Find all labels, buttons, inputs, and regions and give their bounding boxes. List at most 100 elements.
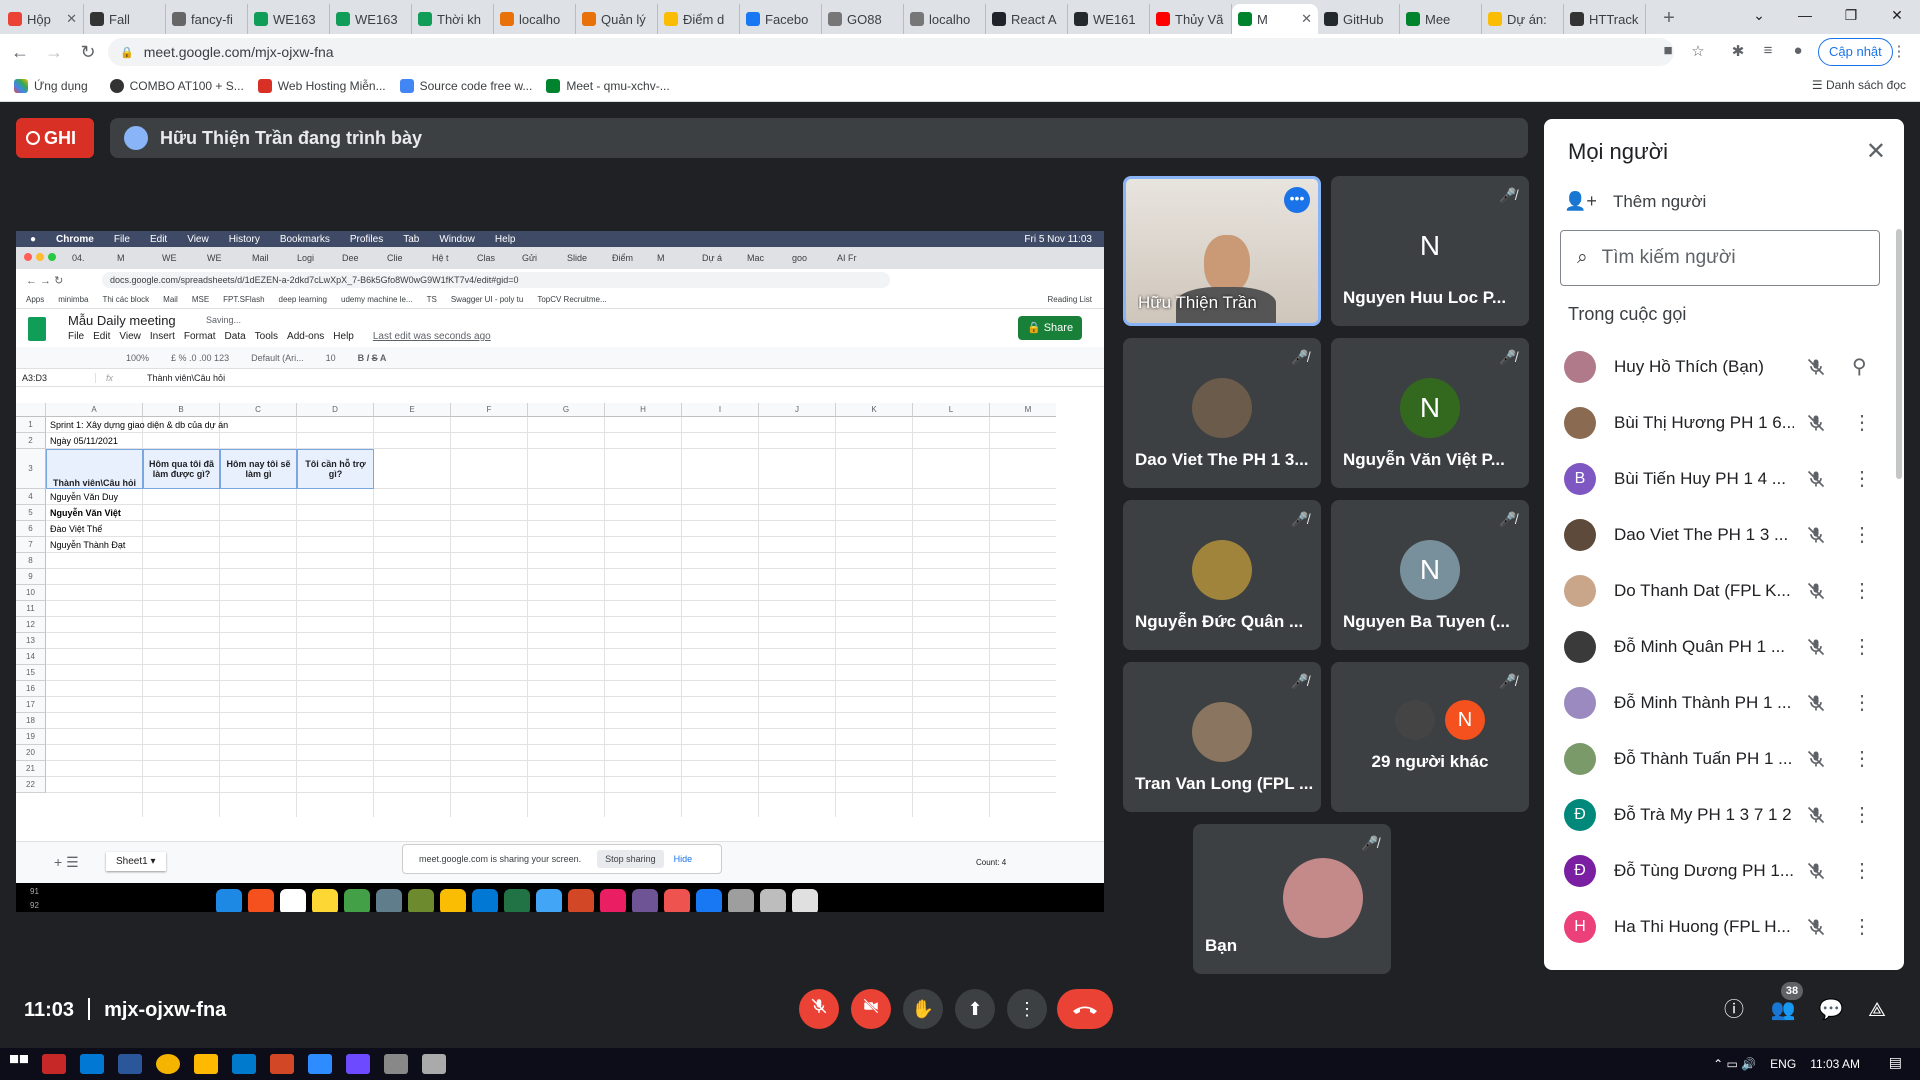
mic-off-button[interactable] <box>799 989 839 1029</box>
leave-call-button[interactable] <box>1057 989 1113 1029</box>
bookmark-item[interactable]: Meet - qmu-xchv-... <box>546 78 670 93</box>
forward-icon[interactable]: → <box>40 42 68 63</box>
participant-row[interactable]: Huy Hồ Thích (Bạn) ⚲ <box>1544 339 1904 395</box>
browser-tab[interactable]: Quản lý <box>576 4 658 34</box>
browser-tab[interactable]: Mee <box>1400 4 1482 34</box>
participant-tile[interactable]: N 🎤̸ Nguyen Ba Tuyen (... <box>1331 500 1529 650</box>
close-window-button[interactable]: ✕ <box>1874 0 1920 30</box>
present-button[interactable]: ⬆ <box>955 989 995 1029</box>
participant-row[interactable]: Do Thanh Dat (FPL K... ⋮ <box>1544 563 1904 619</box>
update-button[interactable]: Cập nhật <box>1818 38 1893 66</box>
browser-tab[interactable]: WE161 <box>1068 4 1150 34</box>
search-people-input[interactable]: ⌕ Tìm kiếm người <box>1560 230 1880 286</box>
shared-screen[interactable]: ● Chrome File Edit View History Bookmarks Profi… <box>16 231 1104 912</box>
camera-off-button[interactable] <box>851 989 891 1029</box>
app-icon[interactable] <box>346 1054 370 1074</box>
browser-tab[interactable]: localho <box>494 4 576 34</box>
more-vert-icon[interactable]: ⋮ <box>1852 693 1872 713</box>
browser-tab[interactable]: Dự án: <box>1482 4 1564 34</box>
tray-icons[interactable]: ⌃ ▭ 🔊 <box>1713 1057 1756 1071</box>
bookmark-apps[interactable]: Ứng dụng <box>14 78 88 93</box>
windows-start-icon[interactable] <box>10 1055 28 1064</box>
bookmark-star-icon[interactable]: ☆ <box>1687 42 1709 60</box>
powerpoint-icon[interactable] <box>270 1054 294 1074</box>
participant-tile[interactable]: 🎤̸ Tran Van Long (FPL ... <box>1123 662 1321 812</box>
more-vert-icon[interactable]: ⋮ <box>1852 917 1872 937</box>
browser-tab[interactable]: Hộp ✕ <box>2 4 84 34</box>
browser-tab[interactable]: localho <box>904 4 986 34</box>
more-options-button[interactable]: ⋮ <box>1007 989 1047 1029</box>
participant-tile[interactable]: ••• Hữu Thiện Trần <box>1123 176 1321 326</box>
browser-tab[interactable]: Facebo <box>740 4 822 34</box>
explorer-icon[interactable] <box>194 1054 218 1074</box>
add-people-button[interactable]: 👤+ Thêm người <box>1564 191 1706 212</box>
more-vert-icon[interactable]: ⋮ <box>1852 469 1872 489</box>
bookmark-item[interactable]: Web Hosting Miễn... <box>257 78 386 93</box>
tab-search-icon[interactable]: ⌄ <box>1736 0 1782 30</box>
browser-tab[interactable]: GitHub <box>1318 4 1400 34</box>
browser-tab[interactable]: Fall <box>84 4 166 34</box>
browser-tab[interactable]: fancy-fi <box>166 4 248 34</box>
browser-tab[interactable]: GO88 <box>822 4 904 34</box>
participant-tile[interactable]: N 🎤̸ 29 người khác <box>1331 662 1529 812</box>
close-icon[interactable]: ✕ <box>1866 137 1886 166</box>
camera-icon[interactable]: ■ <box>1657 42 1679 59</box>
word-icon[interactable] <box>118 1054 142 1074</box>
more-vert-icon[interactable]: ⋮ <box>1852 861 1872 881</box>
people-icon[interactable]: 👥 <box>1769 996 1797 1024</box>
more-vert-icon[interactable]: ⋮ <box>1852 805 1872 825</box>
browser-tab[interactable]: Thủy Vã <box>1150 4 1232 34</box>
app-icon[interactable] <box>384 1054 408 1074</box>
participant-tile[interactable]: 🎤̸ Nguyễn Đức Quân ... <box>1123 500 1321 650</box>
participant-row[interactable]: H Ha Thi Huong (FPL H... ⋮ <box>1544 899 1904 955</box>
browser-tab[interactable]: Thời kh <box>412 4 494 34</box>
menu-icon[interactable]: ⋮ <box>1888 42 1910 60</box>
address-bar[interactable]: 🔒 meet.google.com/mjx-ojxw-fna <box>108 38 1674 66</box>
participant-row[interactable]: Đ Đỗ Trà My PH 1 3 7 1 2 ⋮ <box>1544 787 1904 843</box>
media-icon[interactable]: ≡ <box>1757 42 1779 59</box>
meeting-details-icon[interactable]: ⓘ <box>1720 996 1748 1024</box>
close-tab-icon[interactable]: ✕ <box>66 11 77 27</box>
vscode-icon[interactable] <box>232 1054 256 1074</box>
browser-tab[interactable]: React A <box>986 4 1068 34</box>
reload-icon[interactable]: ↻ <box>74 42 102 63</box>
maximize-button[interactable]: ❐ <box>1828 0 1874 30</box>
scrollbar[interactable] <box>1896 229 1902 479</box>
participant-row[interactable]: Dao Viet The PH 1 3 ... ⋮ <box>1544 507 1904 563</box>
browser-tab[interactable]: HTTrack <box>1564 4 1646 34</box>
more-vert-icon[interactable]: ⋮ <box>1852 749 1872 769</box>
participant-row[interactable]: Đỗ Minh Thành PH 1 ... ⋮ <box>1544 675 1904 731</box>
notification-icon[interactable]: ▤ <box>1889 1054 1902 1071</box>
participant-row[interactable]: Đỗ Minh Quân PH 1 ... ⋮ <box>1544 619 1904 675</box>
pin-icon[interactable]: ⚲ <box>1852 357 1867 377</box>
tab-active[interactable]: M ✕ <box>1232 4 1318 34</box>
close-tab-icon[interactable]: ✕ <box>1301 11 1312 27</box>
bookmark-item[interactable]: Source code free w... <box>399 78 532 93</box>
participant-tile[interactable]: N 🎤̸ Nguyễn Văn Việt P... <box>1331 338 1529 488</box>
raise-hand-button[interactable]: ✋ <box>903 989 943 1029</box>
app-icon[interactable] <box>422 1054 446 1074</box>
more-vert-icon[interactable]: ⋮ <box>1852 413 1872 433</box>
reading-list[interactable]: ☰ Danh sách đọc <box>1812 78 1906 92</box>
language-indicator[interactable]: ENG <box>1770 1057 1796 1071</box>
back-icon[interactable]: ← <box>6 42 34 63</box>
browser-tab[interactable]: WE163 <box>248 4 330 34</box>
participant-row[interactable]: Đỗ Thành Tuấn PH 1 ... ⋮ <box>1544 731 1904 787</box>
browser-tab[interactable]: WE163 <box>330 4 412 34</box>
more-vert-icon[interactable]: ⋮ <box>1852 637 1872 657</box>
profile-avatar[interactable]: ● <box>1787 42 1809 59</box>
activities-icon[interactable]: ⟁ <box>1863 996 1891 1024</box>
minimize-button[interactable]: — <box>1782 0 1828 30</box>
participant-tile[interactable]: 🎤̸ Bạn <box>1193 824 1391 974</box>
chat-icon[interactable]: 💬 <box>1817 996 1845 1024</box>
participant-tile[interactable]: 🎤̸ Dao Viet The PH 1 3... <box>1123 338 1321 488</box>
browser-tab[interactable]: Điểm d <box>658 4 740 34</box>
participant-row[interactable]: Bùi Thị Hương PH 1 6... ⋮ <box>1544 395 1904 451</box>
zoom-icon[interactable] <box>308 1054 332 1074</box>
app-icon[interactable] <box>42 1054 66 1074</box>
bookmark-item[interactable]: COMBO AT100 + S... <box>109 78 244 93</box>
chrome-icon[interactable] <box>156 1054 180 1074</box>
participant-row[interactable]: Đ Đỗ Tùng Dương PH 1... ⋮ <box>1544 843 1904 899</box>
new-tab-button[interactable]: + <box>1654 4 1684 34</box>
taskbar-clock[interactable]: 11:03 AM <box>1810 1057 1860 1071</box>
